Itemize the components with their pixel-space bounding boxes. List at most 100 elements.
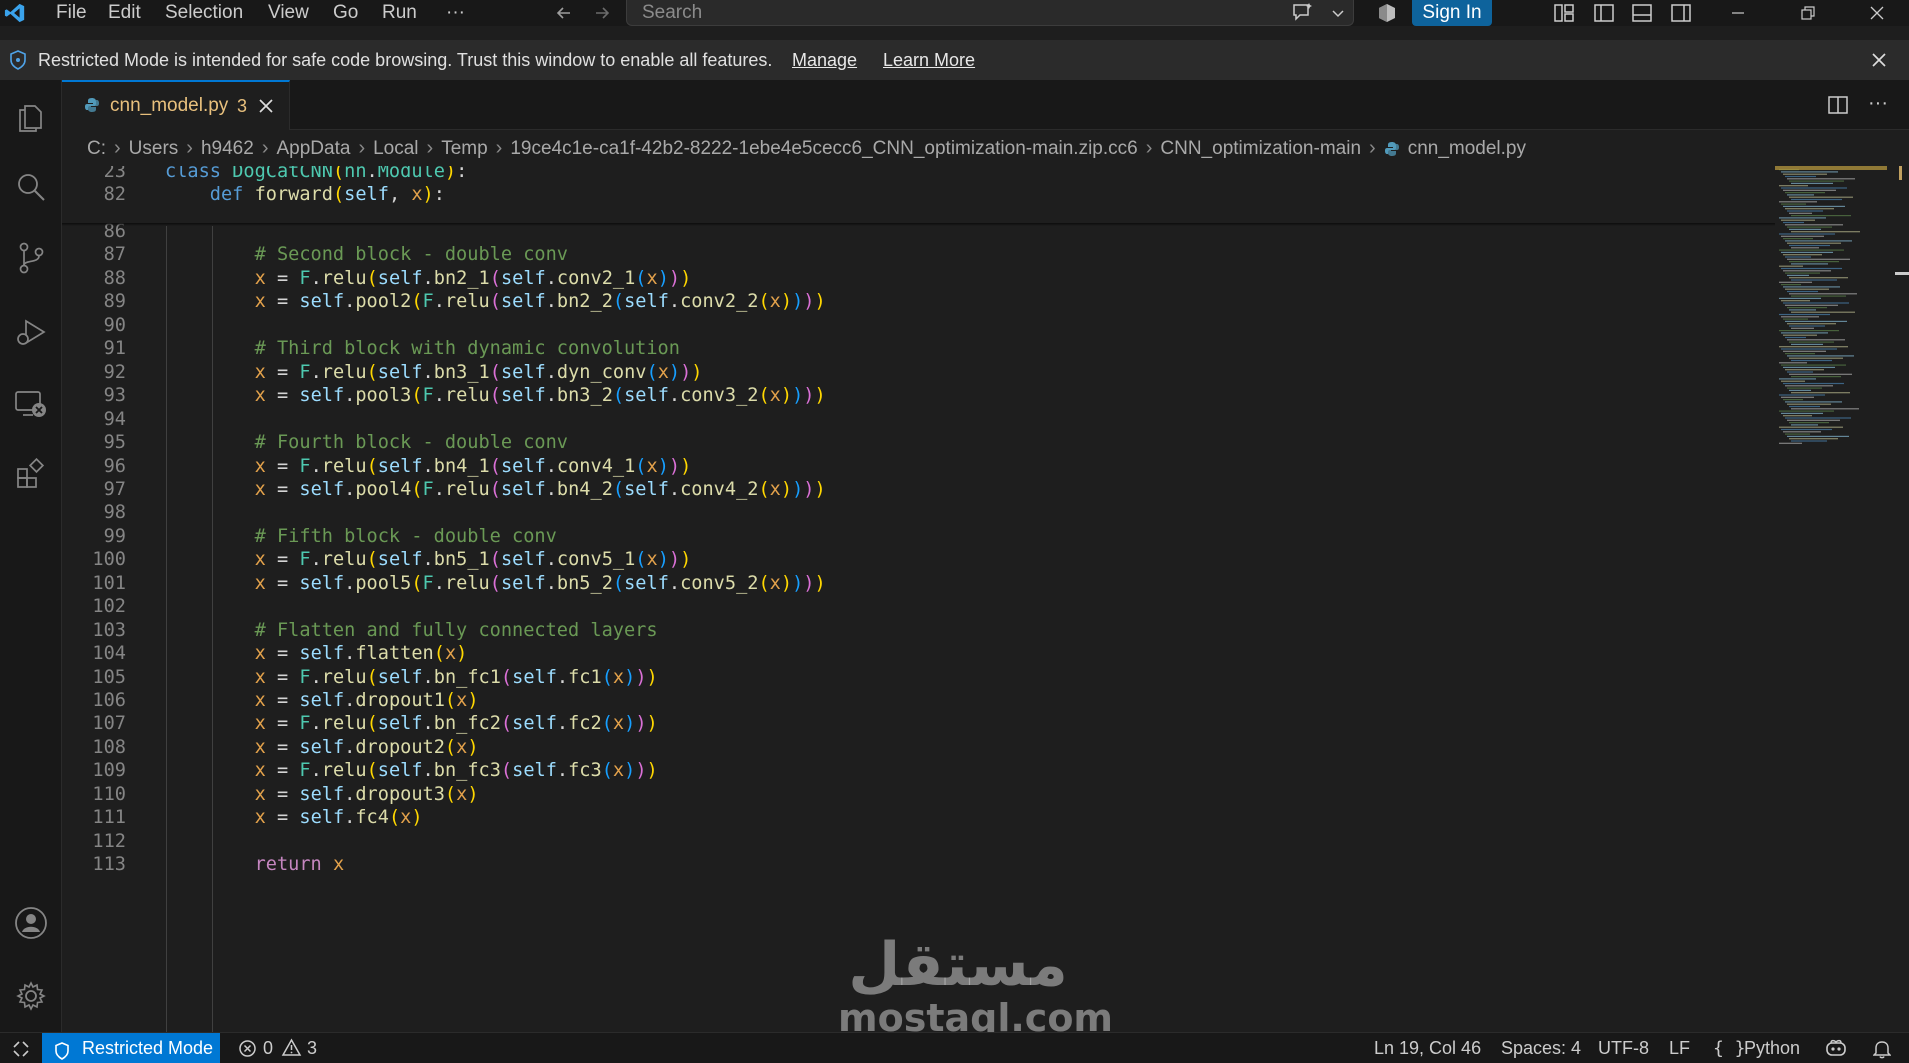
minimap-line xyxy=(1783,189,1836,191)
toggle-secondary-sidebar-icon[interactable] xyxy=(1666,0,1696,26)
vertical-scrollbar[interactable] xyxy=(1895,166,1909,1032)
minimap-line xyxy=(1783,286,1840,288)
manage-gear-icon[interactable] xyxy=(0,968,62,1024)
minimap-line xyxy=(1789,212,1812,214)
minimap-line xyxy=(1779,185,1808,187)
more-actions-icon[interactable]: ··· xyxy=(1868,92,1888,115)
chevron-down-icon[interactable] xyxy=(1327,0,1349,26)
manage-link[interactable]: Manage xyxy=(792,40,857,80)
breadcrumb-item[interactable]: AppData xyxy=(276,138,350,160)
close-banner-icon[interactable] xyxy=(1870,51,1888,74)
run-and-debug-icon[interactable] xyxy=(0,304,62,360)
minimap-line xyxy=(1783,173,1827,175)
tab-cnn-model[interactable]: cnn_model.py 3 xyxy=(62,80,290,130)
line-number: 113 xyxy=(92,854,126,876)
extensions-icon[interactable] xyxy=(0,446,62,502)
forward-arrow-icon[interactable] xyxy=(589,0,615,26)
copilot-icon[interactable] xyxy=(1373,0,1401,26)
menu-view[interactable]: View xyxy=(268,0,309,26)
explorer-icon[interactable] xyxy=(0,88,62,144)
minimap-line xyxy=(1783,382,1844,385)
breadcrumb-item[interactable]: Local xyxy=(373,138,418,160)
menu-file[interactable]: File xyxy=(56,0,87,26)
minimap-line xyxy=(1783,350,1826,352)
search-icon[interactable] xyxy=(0,159,62,215)
chevron-right-icon: › xyxy=(1369,137,1376,159)
cursor-position[interactable]: Ln 19, Col 46 xyxy=(1374,1033,1481,1063)
command-center-search[interactable]: Search xyxy=(626,0,1354,26)
minimap-line xyxy=(1779,217,1826,219)
minimap-line xyxy=(1785,175,1816,178)
close-tab-icon[interactable] xyxy=(258,98,274,119)
remote-indicator-icon[interactable] xyxy=(0,1033,42,1063)
minimap-line xyxy=(1789,196,1853,198)
minimap-line xyxy=(1781,187,1847,189)
restore-icon[interactable] xyxy=(1786,0,1830,26)
minimap[interactable] xyxy=(1775,166,1895,1032)
minimap-line xyxy=(1791,392,1850,394)
remote-explorer-icon[interactable] xyxy=(0,376,62,432)
minimap-line xyxy=(1781,284,1801,286)
editor-tab-bar: cnn_model.py 3 ··· xyxy=(62,80,1909,130)
notifications-bell-icon[interactable] xyxy=(1872,1039,1892,1063)
minimap-line xyxy=(1781,428,1832,431)
toggle-primary-sidebar-icon[interactable] xyxy=(1589,0,1619,26)
chevron-right-icon: › xyxy=(358,137,366,159)
breadcrumb-file[interactable]: cnn_model.py xyxy=(1408,138,1526,160)
menu-more[interactable]: ··· xyxy=(446,0,465,26)
error-icon[interactable] xyxy=(238,1039,257,1063)
minimap-line xyxy=(1787,435,1849,437)
minimap-line xyxy=(1791,247,1819,249)
restricted-mode-button[interactable]: Restricted Mode xyxy=(42,1033,220,1063)
minimize-icon[interactable] xyxy=(1716,0,1760,26)
chevron-right-icon: › xyxy=(186,137,193,159)
minimap-line xyxy=(1785,256,1811,258)
minimap-line xyxy=(1781,412,1823,414)
toggle-panel-icon[interactable] xyxy=(1627,0,1657,26)
sticky-scroll-line[interactable]: 82 def forward(self, x): xyxy=(62,181,1762,210)
minimap-line xyxy=(1785,433,1810,435)
breadcrumb-item[interactable]: Users xyxy=(129,138,179,160)
indentation[interactable]: Spaces: 4 xyxy=(1501,1033,1581,1063)
accounts-icon[interactable] xyxy=(0,895,62,951)
learn-more-link[interactable]: Learn More xyxy=(883,40,975,80)
sign-in-button[interactable]: Sign In xyxy=(1412,0,1492,26)
code-line[interactable]: 113 return x xyxy=(62,851,1762,880)
breadcrumb-item[interactable]: CNN_optimization-main xyxy=(1160,138,1361,160)
minimap-line xyxy=(1785,320,1847,322)
menu-go[interactable]: Go xyxy=(333,0,358,26)
customize-layout-icon[interactable] xyxy=(1549,0,1579,26)
minimap-line xyxy=(1783,302,1849,304)
error-count[interactable]: 0 xyxy=(263,1033,273,1063)
language-mode[interactable]: Python xyxy=(1744,1033,1800,1063)
minimap-line xyxy=(1787,194,1814,196)
minimap-line xyxy=(1791,359,1832,362)
close-window-icon[interactable] xyxy=(1855,0,1899,26)
banner-message: Restricted Mode is intended for safe cod… xyxy=(38,50,773,70)
copilot-chat-icon[interactable] xyxy=(1287,0,1319,26)
end-of-line[interactable]: LF xyxy=(1669,1033,1690,1063)
minimap-line xyxy=(1779,265,1803,267)
menu-selection[interactable]: Selection xyxy=(165,0,243,26)
breadcrumb-item[interactable]: 19ce4c1e-ca1f-42b2-8222-1ebe4e5cecc6_CNN… xyxy=(510,138,1137,160)
minimap-line xyxy=(1789,373,1852,375)
minimap-line xyxy=(1779,281,1812,283)
menu-run[interactable]: Run xyxy=(382,0,417,26)
menu-edit[interactable]: Edit xyxy=(108,0,141,26)
minimap-line xyxy=(1791,182,1833,184)
breadcrumb-item[interactable]: C: xyxy=(87,138,106,160)
back-arrow-icon[interactable] xyxy=(551,0,577,26)
minimap-line xyxy=(1791,198,1842,201)
breadcrumb-item[interactable]: Temp xyxy=(441,138,487,160)
language-braces-icon[interactable]: { } xyxy=(1713,1033,1746,1063)
activity-bar xyxy=(0,80,62,1032)
source-control-icon[interactable] xyxy=(0,230,62,286)
tab-problem-count: 3 xyxy=(237,96,248,116)
copilot-status-icon[interactable] xyxy=(1824,1038,1848,1063)
warning-count[interactable]: 3 xyxy=(307,1033,317,1063)
encoding[interactable]: UTF-8 xyxy=(1598,1033,1649,1063)
warning-icon[interactable] xyxy=(281,1038,302,1062)
split-editor-icon[interactable] xyxy=(1827,95,1849,120)
code-editor[interactable]: 86 87 # Second block - double conv 88 x = … xyxy=(62,166,1775,1032)
breadcrumb-item[interactable]: h9462 xyxy=(201,138,254,160)
